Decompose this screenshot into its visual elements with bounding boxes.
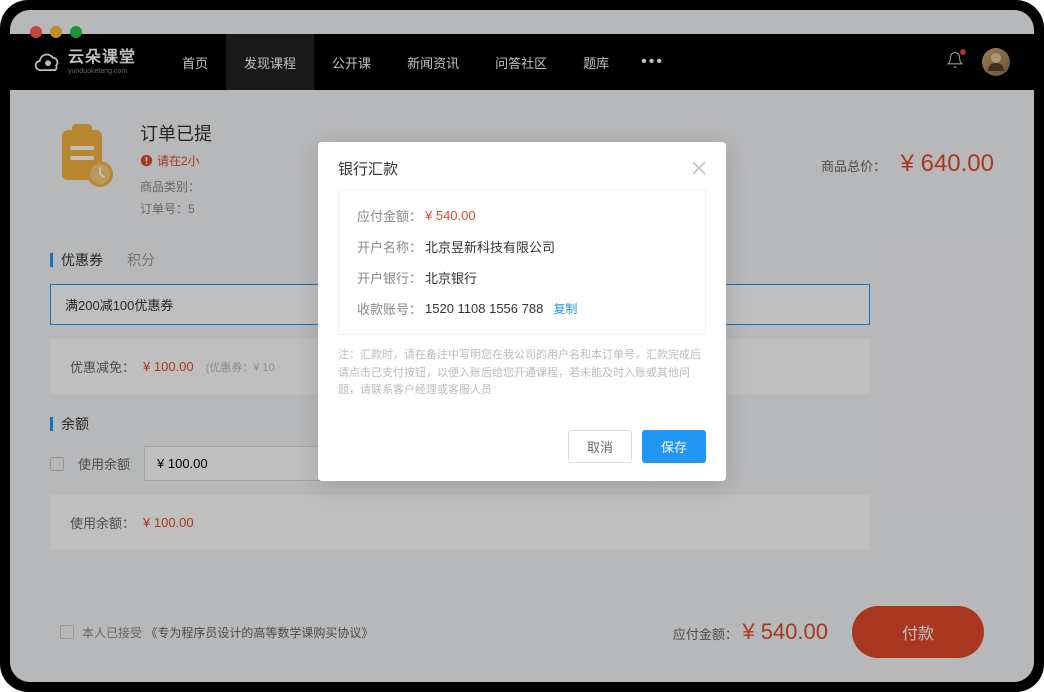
- account-no-label: 收款账号: [357, 299, 425, 318]
- account-no-value: 1520 1108 1556 788: [425, 301, 543, 316]
- account-name-label: 开户名称: [357, 237, 425, 256]
- modal-note: 注：汇款时，请在备注中写明您在我公司的用户名和本订单号，汇款完成后请点击已支付按…: [338, 347, 706, 400]
- amount-value: ¥ 540.00: [425, 208, 476, 223]
- bank-label: 开户银行: [357, 268, 425, 287]
- copy-button[interactable]: 复制: [553, 300, 577, 317]
- cancel-button[interactable]: 取消: [568, 430, 632, 463]
- modal-close-button[interactable]: [692, 160, 706, 178]
- bank-info-box: 应付金额 ¥ 540.00 开户名称 北京昱新科技有限公司 开户银行 北京银行: [338, 189, 706, 335]
- modal-overlay[interactable]: 银行汇款 应付金额 ¥ 540.00 开户名称 北京昱新科技有限公司: [10, 10, 1034, 682]
- close-icon: [692, 161, 706, 175]
- bank-value: 北京银行: [425, 268, 477, 287]
- bank-transfer-modal: 银行汇款 应付金额 ¥ 540.00 开户名称 北京昱新科技有限公司: [318, 142, 726, 481]
- amount-label: 应付金额: [357, 206, 425, 225]
- save-button[interactable]: 保存: [642, 430, 706, 463]
- modal-title: 银行汇款: [338, 158, 398, 179]
- account-name-value: 北京昱新科技有限公司: [425, 237, 555, 256]
